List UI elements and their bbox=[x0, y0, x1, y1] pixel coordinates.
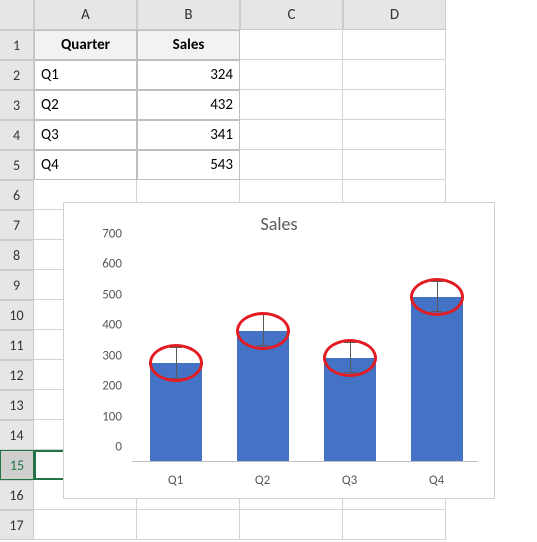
chart-plot bbox=[132, 251, 478, 462]
row-header-6[interactable]: 6 bbox=[0, 180, 34, 210]
cell-B4[interactable]: 341 bbox=[137, 120, 240, 150]
row-header-17[interactable]: 17 bbox=[0, 510, 34, 540]
row-header-5[interactable]: 5 bbox=[0, 150, 34, 180]
x-axis-line bbox=[132, 461, 478, 462]
col-header-C[interactable]: C bbox=[240, 0, 343, 30]
x-tick-label: Q4 bbox=[429, 473, 444, 488]
cell-B2[interactable]: 324 bbox=[137, 60, 240, 90]
y-tick-label: 300 bbox=[102, 348, 122, 363]
row-header-4[interactable]: 4 bbox=[0, 120, 34, 150]
y-tick-label: 600 bbox=[102, 257, 122, 272]
embedded-chart[interactable]: Sales 0 100 200 300 400 500 600 700 Q1 Q2 Q3 Q4 bbox=[63, 202, 495, 499]
col-header-B[interactable]: B bbox=[137, 0, 240, 30]
cell-B3[interactable]: 432 bbox=[137, 90, 240, 120]
annotation-oval bbox=[236, 312, 290, 350]
row-header-14[interactable]: 14 bbox=[0, 420, 34, 450]
x-tick-label: Q2 bbox=[255, 473, 270, 488]
y-tick-label: 700 bbox=[102, 227, 122, 242]
cell-C4[interactable] bbox=[240, 120, 343, 150]
cell-C3[interactable] bbox=[240, 90, 343, 120]
chart-title: Sales bbox=[64, 203, 494, 241]
row-header-3[interactable]: 3 bbox=[0, 90, 34, 120]
row-header-7[interactable]: 7 bbox=[0, 210, 34, 240]
cell-A5[interactable]: Q4 bbox=[34, 150, 137, 180]
row-header-10[interactable]: 10 bbox=[0, 300, 34, 330]
chart-bar[interactable] bbox=[237, 331, 289, 462]
row-header-9[interactable]: 9 bbox=[0, 270, 34, 300]
y-tick-label: 0 bbox=[115, 440, 122, 455]
y-tick-label: 100 bbox=[102, 409, 122, 424]
chart-bar[interactable] bbox=[411, 297, 463, 462]
cell-D3[interactable] bbox=[343, 90, 446, 120]
cell-D5[interactable] bbox=[343, 150, 446, 180]
plot-area: 0100200300400500600700 bbox=[88, 251, 482, 462]
cell-C2[interactable] bbox=[240, 60, 343, 90]
row-header-1[interactable]: 1 bbox=[0, 30, 34, 60]
row-header-8[interactable]: 8 bbox=[0, 240, 34, 270]
annotation-oval bbox=[410, 278, 464, 316]
cell-C5[interactable] bbox=[240, 150, 343, 180]
row-header-12[interactable]: 12 bbox=[0, 360, 34, 390]
annotation-oval bbox=[149, 344, 203, 382]
select-all-corner[interactable] bbox=[0, 0, 34, 30]
row-header-15[interactable]: 15 bbox=[0, 450, 34, 480]
y-tick-label: 200 bbox=[102, 379, 122, 394]
cell-D2[interactable] bbox=[343, 60, 446, 90]
cell-C1[interactable] bbox=[240, 30, 343, 60]
col-header-A[interactable]: A bbox=[34, 0, 137, 30]
y-tick-label: 400 bbox=[102, 318, 122, 333]
annotation-oval bbox=[323, 339, 377, 377]
cell-A2[interactable]: Q1 bbox=[34, 60, 137, 90]
cell-B5[interactable]: 543 bbox=[137, 150, 240, 180]
cell-D4[interactable] bbox=[343, 120, 446, 150]
col-header-D[interactable]: D bbox=[343, 0, 446, 30]
cell-D1[interactable] bbox=[343, 30, 446, 60]
cell-A1[interactable]: Quarter bbox=[34, 30, 137, 60]
x-tick-label: Q1 bbox=[168, 473, 183, 488]
cell-B1[interactable]: Sales bbox=[137, 30, 240, 60]
x-tick-label: Q3 bbox=[342, 473, 357, 488]
row-header-16[interactable]: 16 bbox=[0, 480, 34, 510]
row-header-2[interactable]: 2 bbox=[0, 60, 34, 90]
cell-A3[interactable]: Q2 bbox=[34, 90, 137, 120]
y-tick-label: 500 bbox=[102, 287, 122, 302]
y-axis: 0100200300400500600700 bbox=[88, 251, 128, 462]
row-header-13[interactable]: 13 bbox=[0, 390, 34, 420]
row-header-11[interactable]: 11 bbox=[0, 330, 34, 360]
cell-A4[interactable]: Q3 bbox=[34, 120, 137, 150]
